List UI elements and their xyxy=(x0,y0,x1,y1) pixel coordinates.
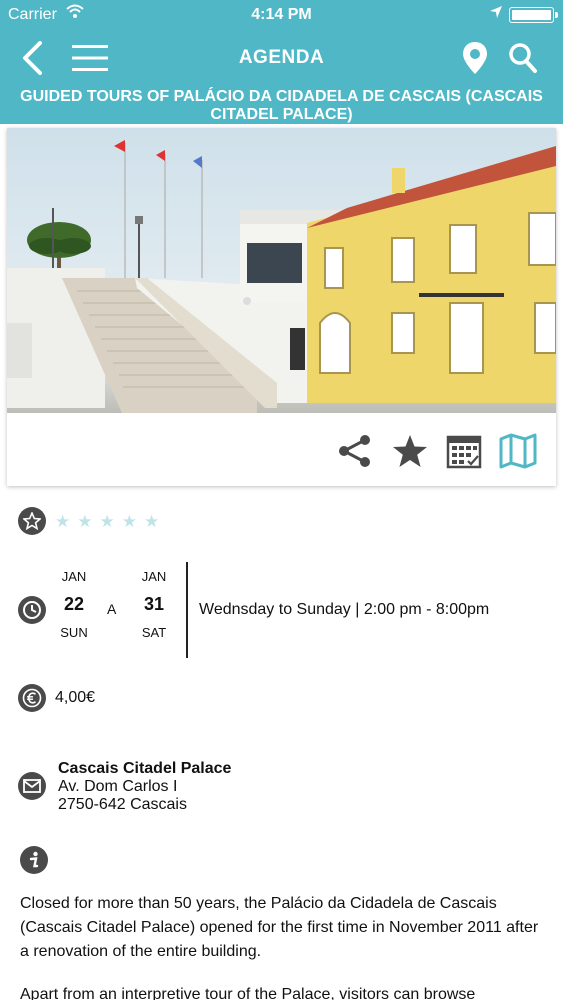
start-weekday: SUN xyxy=(60,625,88,640)
clock-icon xyxy=(23,601,41,619)
star-outline-icon xyxy=(23,512,41,530)
event-card xyxy=(7,128,556,486)
search-icon xyxy=(509,43,537,73)
description-paragraph-1: Closed for more than 50 years, the Palác… xyxy=(20,895,539,960)
favorite-button[interactable] xyxy=(390,431,430,471)
status-bar: Carrier 4:14 PM xyxy=(0,0,563,30)
event-photo xyxy=(7,128,556,413)
rating-stars[interactable]: ★ ★ ★ ★ ★ xyxy=(55,512,159,532)
rating-icon xyxy=(18,507,46,535)
address-line-2: 2750-642 Cascais xyxy=(58,796,187,813)
rating-star[interactable]: ★ xyxy=(77,512,92,532)
end-date: JAN 31 SAT xyxy=(129,569,179,640)
rating-star[interactable]: ★ xyxy=(55,512,70,532)
map-icon xyxy=(499,433,537,469)
address-line-1: Av. Dom Carlos I xyxy=(58,778,178,795)
end-month: JAN xyxy=(141,569,167,584)
price-badge xyxy=(18,684,46,712)
price-text: 4,00€ xyxy=(55,689,96,706)
action-bar xyxy=(7,413,556,486)
start-date: JAN 22 SUN xyxy=(49,569,99,640)
rating-star[interactable]: ★ xyxy=(122,512,137,532)
schedule-text: Wednsday to Sunday | 2:00 pm - 8:00pm xyxy=(199,601,490,618)
date-range-separator: A xyxy=(107,601,117,617)
battery-icon xyxy=(509,7,558,23)
share-button[interactable] xyxy=(335,431,375,471)
star-icon xyxy=(393,435,427,467)
mail-icon xyxy=(23,779,41,793)
description-paragraph-2: Apart from an interpretive tour of the P… xyxy=(20,986,476,1000)
event-title: GUIDED TOURS OF PALÁCIO DA CIDADELA DE C… xyxy=(0,86,563,124)
date-divider xyxy=(186,562,188,658)
rating-star[interactable]: ★ xyxy=(144,512,159,532)
start-month: JAN xyxy=(61,569,87,584)
map-pin-button[interactable] xyxy=(455,38,495,78)
event-dates: JAN 22 SUN A JAN 31 SAT Wednsday to Sund… xyxy=(0,560,563,660)
search-button[interactable] xyxy=(503,38,543,78)
address-badge[interactable] xyxy=(18,772,46,800)
nav-bar: AGENDA xyxy=(0,30,563,86)
venue-name: Cascais Citadel Palace xyxy=(58,760,232,777)
info-icon xyxy=(29,851,39,868)
calendar-icon xyxy=(446,435,482,469)
share-icon xyxy=(339,435,370,467)
rating-star[interactable]: ★ xyxy=(100,512,115,532)
map-pin-icon xyxy=(463,42,487,74)
start-day: 22 xyxy=(63,594,85,614)
clock-badge xyxy=(18,596,46,624)
add-calendar-button[interactable] xyxy=(444,431,484,471)
status-time: 4:14 PM xyxy=(251,6,312,23)
map-button[interactable] xyxy=(498,431,538,471)
location-arrow-icon xyxy=(489,5,503,24)
end-weekday: SAT xyxy=(141,625,167,640)
euro-icon xyxy=(22,688,42,708)
end-day: 31 xyxy=(143,594,165,614)
info-badge xyxy=(20,846,48,874)
